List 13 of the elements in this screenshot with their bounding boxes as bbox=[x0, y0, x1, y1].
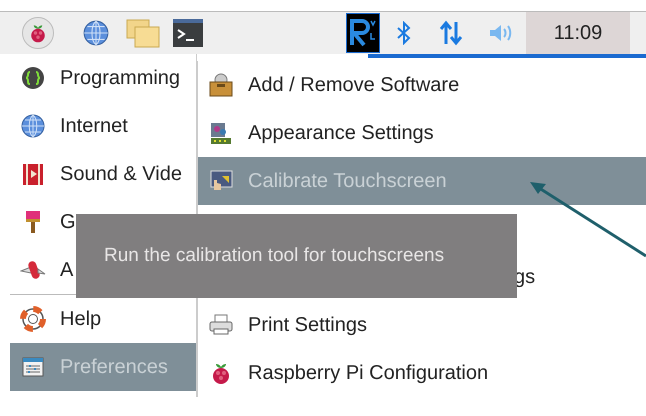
menu-item-label: Print Settings bbox=[248, 313, 367, 338]
tooltip: Run the calibration tool for touchscreens bbox=[76, 214, 517, 298]
menu-item-label: G bbox=[60, 210, 76, 235]
menu-item-label: Raspberry Pi Configuration bbox=[248, 361, 488, 386]
menu-item-label: Calibrate Touchscreen bbox=[248, 169, 447, 194]
menu-item-label: Preferences bbox=[60, 355, 168, 380]
menu-item-label: Sound & Vide bbox=[60, 162, 182, 187]
menu-item-label: Appearance Settings bbox=[248, 121, 434, 146]
menu-item-label: Help bbox=[60, 307, 102, 332]
menu-item-label: Internet bbox=[60, 114, 128, 139]
menu-item-label: A bbox=[60, 258, 74, 283]
menu-item-label: Add / Remove Software bbox=[248, 73, 460, 98]
menu-item-label: Programming bbox=[60, 66, 180, 91]
